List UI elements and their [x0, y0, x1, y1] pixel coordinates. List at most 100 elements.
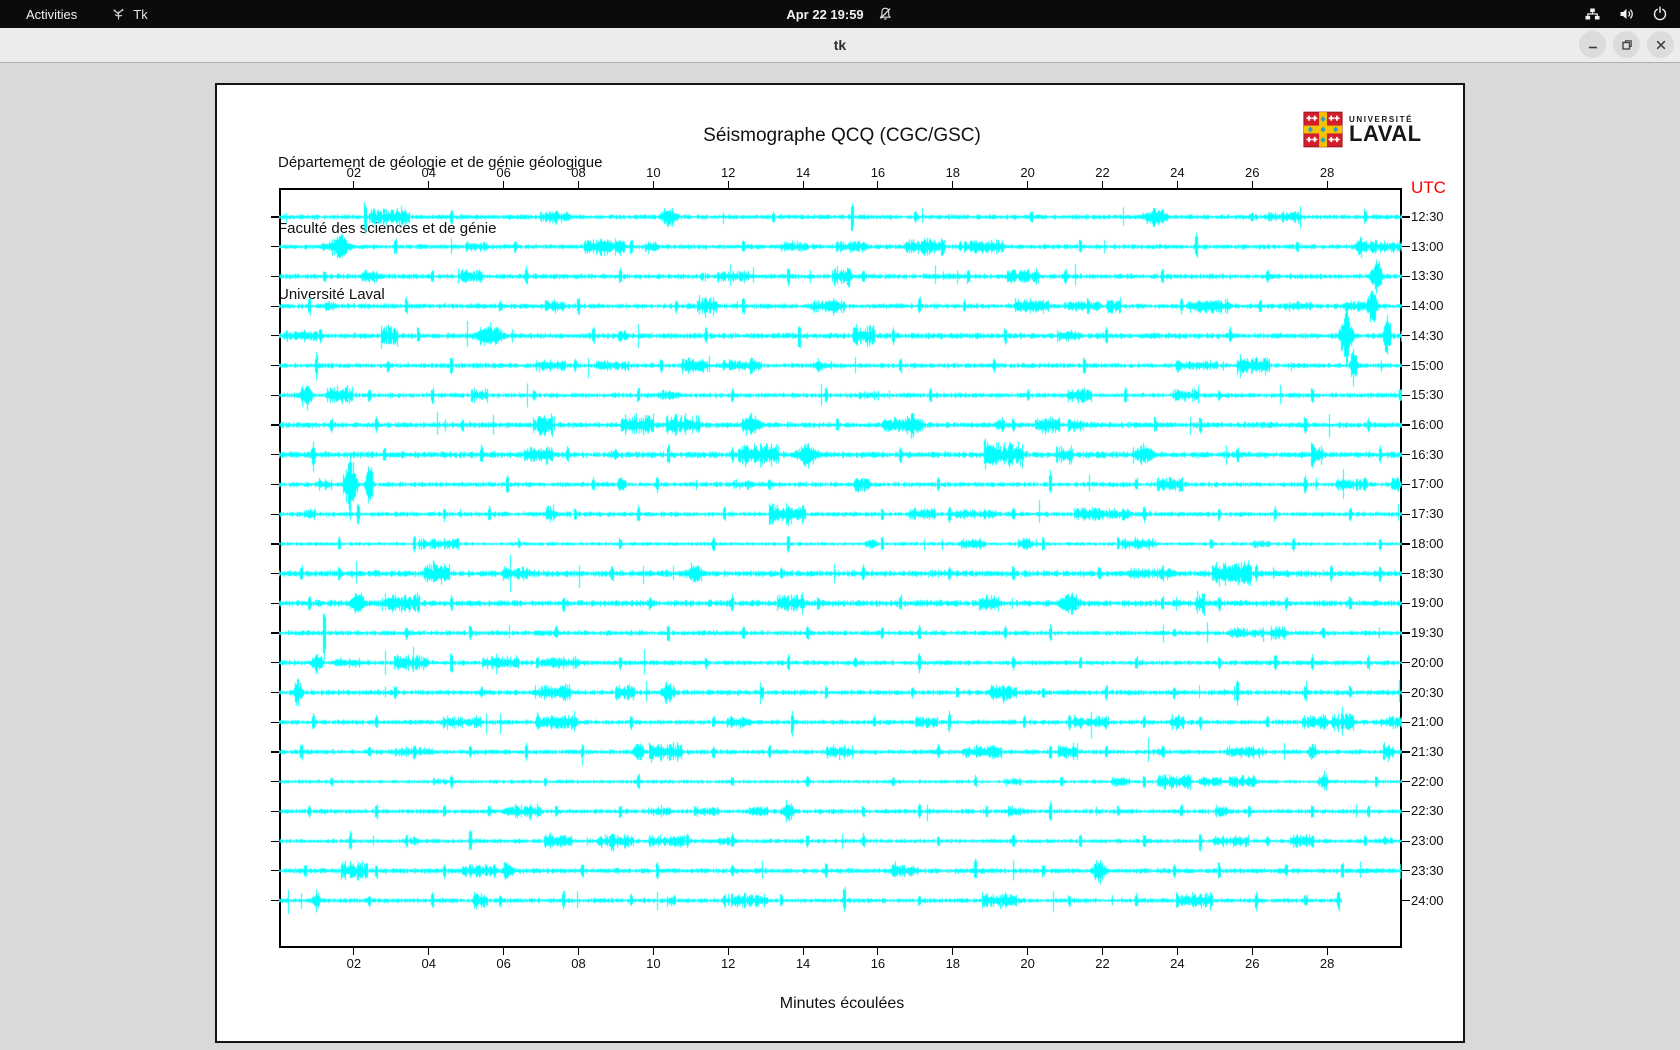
top-axis-tick-label: 24 [1170, 165, 1185, 180]
bottom-axis-tick [503, 948, 505, 955]
right-trace-tick [1402, 751, 1410, 753]
right-axis-time-label: 16:00 [1411, 417, 1444, 433]
window-title: tk [833, 37, 847, 53]
right-trace-tick [1402, 424, 1410, 426]
right-trace-tick [1402, 899, 1410, 902]
right-axis-time-label: 22:00 [1411, 773, 1444, 789]
top-axis-tick-label: 26 [1245, 165, 1260, 180]
top-axis-tick-label: 18 [945, 165, 961, 180]
right-trace-tick [1402, 454, 1410, 456]
top-axis-tick-label: 16 [870, 165, 886, 180]
right-trace-tick [1402, 691, 1410, 694]
right-axis-time-label: 18:30 [1411, 565, 1444, 581]
left-trace-tick [271, 899, 279, 902]
right-axis-time-label: 19:00 [1411, 595, 1444, 611]
top-axis-tick-label: 06 [496, 165, 511, 180]
right-trace-tick [1402, 216, 1410, 218]
left-trace-tick [271, 870, 279, 872]
left-trace-tick [271, 573, 279, 575]
clock-menu[interactable]: Apr 22 19:59 [786, 6, 893, 22]
left-trace-tick [271, 781, 279, 783]
left-trace-tick [271, 602, 279, 604]
right-trace-tick [1402, 662, 1410, 664]
top-axis-tick [1326, 181, 1328, 188]
left-trace-tick [271, 810, 279, 812]
right-trace-tick [1402, 394, 1410, 396]
right-axis-time-label: 15:00 [1411, 357, 1444, 373]
top-axis-tick-label: 04 [421, 165, 436, 180]
x-axis-label: Minutes écoulées [779, 995, 905, 1012]
bottom-axis-tick [1176, 948, 1178, 955]
network-icon[interactable] [1584, 6, 1601, 22]
minimize-button[interactable] [1579, 31, 1606, 58]
seismogram-canvas [279, 188, 1402, 948]
bottom-axis-tick [1027, 948, 1029, 955]
bottom-axis-tick-label: 06 [496, 956, 511, 971]
right-trace-tick [1402, 246, 1410, 248]
bottom-axis-tick-label: 10 [646, 956, 661, 971]
restore-icon [1621, 39, 1632, 50]
close-button[interactable] [1647, 31, 1674, 58]
bottom-axis-tick [353, 948, 355, 955]
left-trace-tick [271, 275, 279, 278]
right-axis-time-label: 20:00 [1411, 654, 1444, 670]
right-axis-time-label: 15:30 [1411, 387, 1444, 403]
right-trace-tick [1402, 573, 1410, 575]
left-trace-tick [271, 691, 279, 694]
top-axis-tick [503, 181, 505, 188]
right-axis-time-label: 13:30 [1411, 268, 1444, 284]
power-icon[interactable] [1652, 6, 1668, 22]
right-axis-time-label: 21:30 [1411, 743, 1444, 759]
bottom-axis-tick [952, 948, 954, 955]
top-axis-tick [877, 181, 879, 188]
top-axis-tick-label: 10 [646, 165, 661, 180]
maximize-button[interactable] [1613, 31, 1640, 58]
right-axis-time-label: 22:30 [1411, 803, 1444, 819]
bottom-axis-tick-label: 26 [1245, 956, 1260, 971]
bottom-axis-tick [1326, 948, 1328, 955]
left-trace-tick [271, 751, 279, 753]
left-trace-tick [271, 365, 279, 367]
left-trace-tick [271, 662, 279, 664]
bottom-axis-tick-label: 14 [795, 956, 811, 971]
tk-app-icon [113, 8, 124, 20]
right-trace-tick [1402, 721, 1410, 723]
bottom-axis-tick [1102, 948, 1104, 955]
bottom-axis-tick-label: 28 [1319, 956, 1335, 971]
top-axis-tick-label: 02 [346, 165, 362, 180]
left-trace-tick [271, 483, 279, 486]
top-axis-tick-label: 14 [795, 165, 811, 180]
bottom-axis-tick-label: 08 [571, 956, 586, 971]
left-trace-tick [271, 335, 279, 337]
activities-button[interactable]: Activities [20, 7, 83, 22]
right-axis-time-label: 13:00 [1411, 238, 1444, 254]
left-trace-tick [271, 305, 279, 307]
top-axis-tick-label: 12 [720, 165, 736, 180]
top-axis-tick-label: 22 [1095, 165, 1110, 180]
right-trace-tick [1402, 513, 1410, 515]
left-trace-tick [271, 246, 279, 248]
volume-icon[interactable] [1618, 6, 1635, 22]
right-axis-time-label: 21:00 [1411, 714, 1444, 730]
right-trace-tick [1402, 840, 1410, 842]
top-axis-tick [1176, 181, 1178, 188]
plot-title: Séismographe QCQ (CGC/GSC) [703, 125, 981, 146]
left-trace-tick [271, 424, 279, 426]
bottom-axis-tick-label: 18 [945, 956, 961, 971]
left-trace-tick [271, 216, 279, 218]
tk-app-indicator[interactable]: Tk [111, 6, 148, 22]
right-axis-time-label: 23:00 [1411, 833, 1444, 849]
laval-crest-icon [1303, 111, 1343, 148]
tk-app-label: Tk [133, 6, 148, 22]
laval-wordmark: LAVAL [1349, 121, 1422, 146]
notifications-disabled-bell-icon [880, 7, 892, 20]
right-trace-tick [1402, 275, 1410, 278]
right-trace-tick [1402, 810, 1410, 812]
bottom-axis-tick [577, 948, 579, 955]
bottom-axis-tick [727, 948, 729, 955]
bottom-axis-tick [652, 948, 654, 955]
left-trace-tick [271, 394, 279, 396]
minimize-icon [1588, 46, 1597, 48]
top-axis-tick [428, 181, 430, 188]
utc-axis-label: UTC [1411, 178, 1446, 197]
